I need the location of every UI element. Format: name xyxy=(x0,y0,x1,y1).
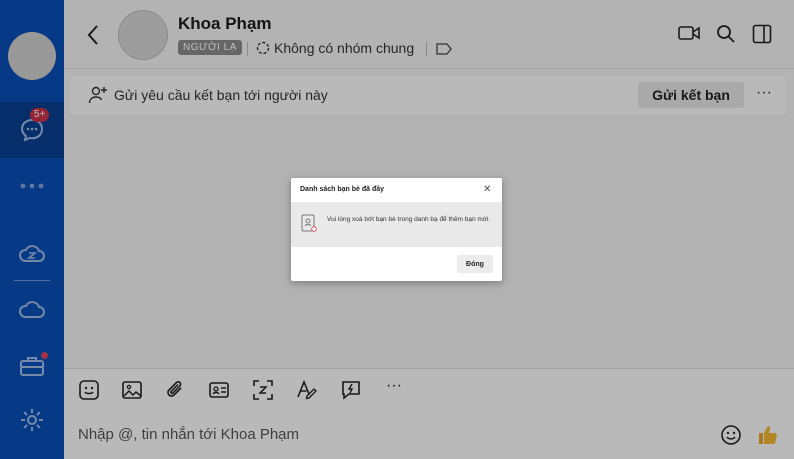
close-dialog-button[interactable]: Đóng xyxy=(457,255,493,273)
dialog-title: Danh sách bạn bè đã đầy xyxy=(300,186,385,193)
friend-list-full-dialog: Danh sách bạn bè đã đầy ✕ Vui lòng xoá b… xyxy=(291,178,502,281)
contacts-book-icon xyxy=(301,214,317,232)
dialog-body: Vui lòng xoá bớt bạn bè trong danh bạ để… xyxy=(291,202,502,247)
dialog-message: Vui lòng xoá bớt bạn bè trong danh bạ để… xyxy=(327,216,491,223)
close-icon[interactable]: ✕ xyxy=(483,184,491,195)
